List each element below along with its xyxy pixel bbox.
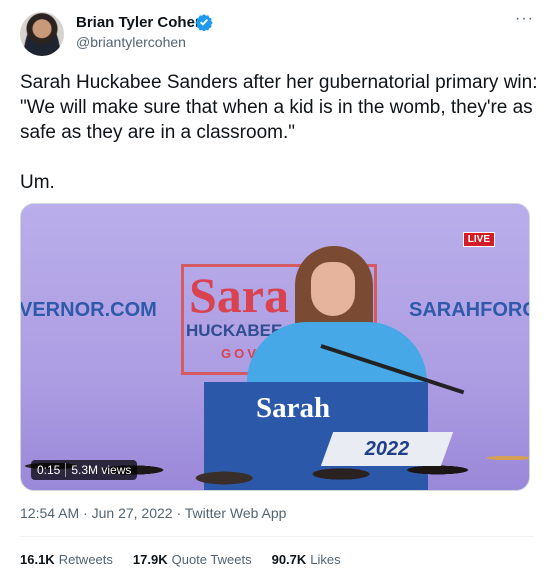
tweet-meta: 12:54 AM · Jun 27, 2022 · Twitter Web Ap… [20,505,286,521]
live-badge: LIVE [462,232,495,247]
year-badge: 2022 [320,432,454,466]
engagement-stats: 16.1K Retweets 17.9K Quote Tweets 90.7K Lik… [20,552,341,567]
tweet-text: Sarah Huckabee Sanders after her guberna… [20,72,538,193]
banner-right-text: SARAHFORGO [409,299,529,321]
tweet-card: Brian Tyler Cohen @briantylercohen ··· S… [0,0,554,584]
tweet-time[interactable]: 12:54 AM [20,505,79,521]
more-options-icon[interactable]: ··· [515,10,534,28]
video-views: 5.3M views [71,463,132,477]
sign-name: Sara [189,267,289,323]
video-player[interactable]: VERNOR.COM SARAHFORGO Sara HUCKABEE GOV … [20,203,530,491]
tweet-source[interactable]: Twitter Web App [185,505,287,521]
quotes-stat[interactable]: 17.9K Quote Tweets [133,552,252,567]
retweets-stat[interactable]: 16.1K Retweets [20,552,113,567]
badge-separator [65,463,67,477]
retweets-label: Retweets [58,552,113,567]
likes-count: 90.7K [271,552,307,567]
year-badge-text: 2022 [364,438,410,460]
likes-label: Likes [310,552,341,567]
verified-badge-icon [195,14,213,31]
meta-separator-2: · [176,505,182,521]
meta-separator: · [83,505,88,521]
tweet-date[interactable]: Jun 27, 2022 [92,505,173,521]
video-info-badge: 0:15 5.3M views [31,460,138,480]
avatar[interactable] [20,12,64,56]
speaker-face [311,262,355,316]
video-duration: 0:15 [37,463,61,477]
likes-stat[interactable]: 90.7K Likes [272,552,341,567]
quotes-label: Quote Tweets [171,552,252,567]
banner-left-text: VERNOR.COM [20,299,157,321]
retweets-count: 16.1K [20,552,55,567]
author-name[interactable]: Brian Tyler Cohen [76,14,204,31]
author-handle[interactable]: @briantylercohen [76,34,186,50]
divider [20,536,534,537]
quotes-count: 17.9K [132,552,168,567]
